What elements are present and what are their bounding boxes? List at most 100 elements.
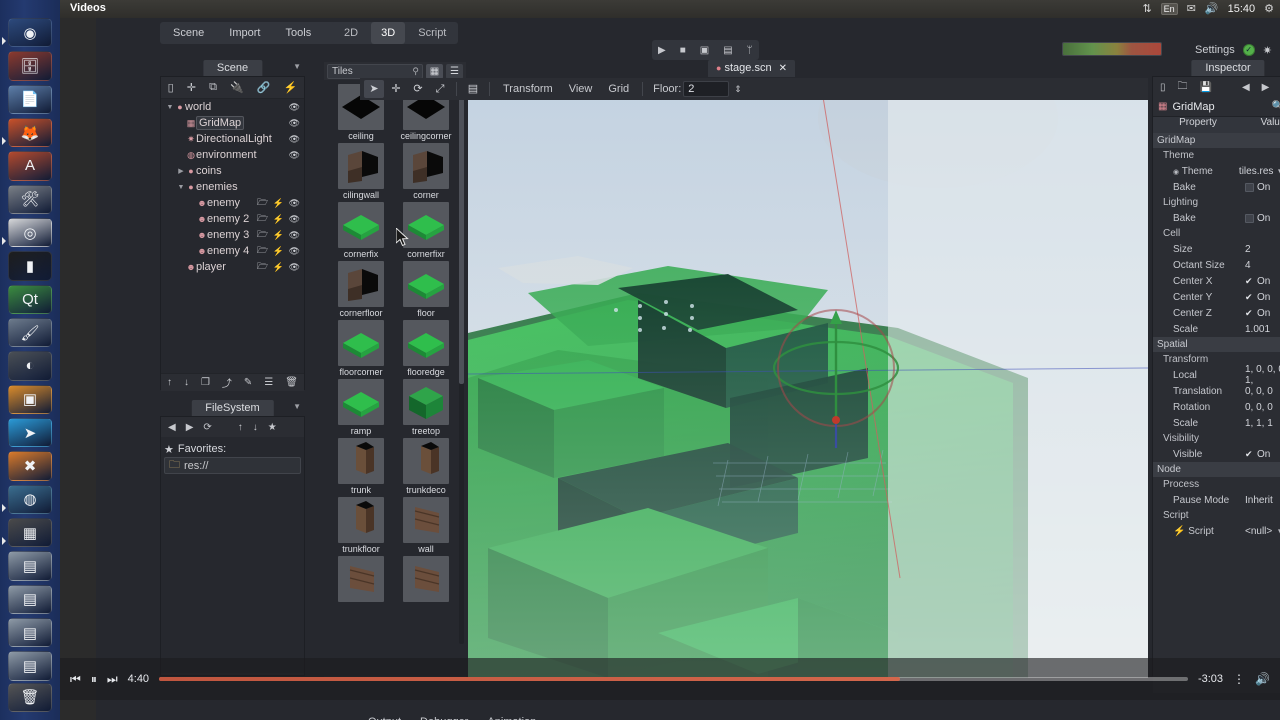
search-icon[interactable]: 🔍 — [1272, 101, 1280, 112]
dock-item-android-studio[interactable]: A — [8, 151, 52, 181]
tiles-search-input[interactable]: Tiles ⚲ — [327, 63, 423, 79]
chevron-down-icon[interactable]: ▼ — [1276, 527, 1280, 536]
chevron-down-icon[interactable]: ▼ — [1276, 167, 1280, 176]
link-icon[interactable]: 🔗 — [257, 81, 271, 94]
refresh-icon[interactable]: ⟳ — [203, 422, 211, 433]
history-back-icon[interactable]: ◀ — [1242, 82, 1250, 93]
inspector-property-row[interactable]: Scale 1, 1, 1▼ — [1153, 415, 1280, 431]
tile-item-trunkdeco[interactable]: trunkdeco — [395, 438, 457, 495]
edit-icon[interactable]: ✎ — [244, 377, 252, 388]
dock-item-vlc[interactable]: ▣ — [8, 384, 52, 414]
tree-item-enemy-3[interactable]: ☻ enemy 3 🗁 ⚡ 👁 — [161, 227, 304, 243]
clock[interactable]: 15:40 — [1228, 3, 1256, 15]
move-down-icon[interactable]: ↓ — [253, 422, 258, 433]
volume-icon[interactable]: 🔊 — [1205, 1, 1219, 17]
tree-item-world[interactable]: ▼ ● world 👁 — [161, 99, 304, 115]
tab-animation[interactable]: Animation — [479, 714, 544, 720]
dock-item-gimp[interactable]: ◐ — [8, 351, 52, 381]
menu-tools[interactable]: Tools — [275, 22, 323, 44]
chevron-down-icon[interactable]: ▼ — [293, 62, 301, 71]
tree-item-enemy-4[interactable]: ☻ enemy 4 🗁 ⚡ 👁 — [161, 243, 304, 259]
inspector-property-row[interactable]: ⚡ Script <null>▼❯ — [1153, 523, 1280, 539]
visibility-eye-icon[interactable]: 👁 — [289, 102, 300, 113]
tile-item[interactable] — [395, 556, 457, 603]
tile-item-trunkfloor[interactable]: trunkfloor — [330, 497, 392, 554]
dock-item-window-3[interactable]: ▤ — [8, 617, 52, 648]
floor-spinner[interactable]: ⇕ — [734, 84, 742, 95]
network-up-down-icon[interactable]: ⇅ — [1142, 1, 1151, 17]
visibility-eye-icon[interactable]: 👁 — [289, 198, 300, 209]
menu-view[interactable]: View — [562, 83, 600, 95]
dock-item-obs-studio[interactable]: ▦ — [2, 517, 52, 548]
tree-item-gridmap[interactable]: ▦ GridMap 👁 — [161, 115, 304, 131]
dock-item-window-1[interactable]: ▤ — [8, 551, 52, 581]
pause-icon[interactable]: ⏸ — [91, 672, 97, 687]
tab-debugger[interactable]: Debugger — [412, 714, 476, 720]
instance-scene-icon[interactable]: ⧉ — [209, 81, 217, 94]
previous-track-icon[interactable]: ⏮ — [70, 672, 81, 687]
tab-filesystem[interactable]: FileSystem — [191, 400, 274, 416]
volume-icon[interactable]: 🔊 — [1255, 672, 1270, 686]
property-value[interactable]: 1, 1, 1▼ — [1245, 418, 1280, 429]
scale-tool[interactable]: ⤢ — [430, 80, 450, 98]
filesystem-item-res[interactable]: 🗀 res:// — [164, 457, 301, 474]
tab-output[interactable]: Output — [360, 714, 409, 720]
add-child-node-icon[interactable]: ✛ — [187, 81, 196, 94]
seek-bar[interactable] — [159, 677, 1188, 681]
inspector-property-row[interactable]: Pause Mode Inherit▼ — [1153, 492, 1280, 508]
menu-grid[interactable]: Grid — [601, 83, 636, 95]
open-scene-icon[interactable]: 🗁 — [257, 259, 268, 275]
forward-icon[interactable]: ▶ — [186, 422, 194, 433]
open-scene-icon[interactable]: 🗁 — [257, 227, 268, 243]
tile-item-cilingwall[interactable]: cilingwall — [330, 143, 392, 200]
remote-debug-button[interactable]: ᛘ — [747, 45, 753, 56]
script-list-icon[interactable]: ☰ — [264, 377, 273, 388]
dock-item-chrome[interactable]: ◎ — [2, 217, 52, 248]
dock-item-firefox[interactable]: 🦊 — [2, 117, 52, 148]
inspector-property-row[interactable]: Octant Size 4⇕ — [1153, 257, 1280, 273]
duplicate-icon[interactable]: ❐ — [201, 377, 210, 388]
tile-item-cornerfloor[interactable]: cornerfloor — [330, 261, 392, 318]
script-icon[interactable]: ⚡ — [284, 81, 298, 94]
dock-item-qt-creator[interactable]: Qt — [8, 284, 52, 314]
open-resource-icon[interactable]: 🗀 — [1178, 79, 1188, 96]
tab-3d[interactable]: 3D — [371, 22, 406, 44]
menu-transform[interactable]: Transform — [496, 83, 560, 95]
property-value[interactable]: 2⇕ — [1245, 244, 1280, 255]
open-scene-icon[interactable]: 🗁 — [257, 211, 268, 227]
open-scene-icon[interactable]: 🗁 — [257, 243, 268, 259]
property-value[interactable]: 4⇕ — [1245, 260, 1280, 271]
dock-item-activities[interactable]: ◉ — [2, 18, 52, 48]
dock-item-text-editor[interactable]: 📄 — [8, 84, 52, 114]
checkbox-unchecked-icon[interactable] — [1245, 213, 1254, 223]
tile-item[interactable] — [330, 556, 392, 603]
inspector-property-row[interactable]: Translation 0, 0, 0▼ — [1153, 383, 1280, 399]
checkbox-checked-icon[interactable]: ✔ — [1245, 292, 1254, 302]
property-value[interactable]: Inherit▼ — [1245, 495, 1280, 506]
checkbox-checked-icon[interactable]: ✔ — [1245, 449, 1254, 459]
script-icon[interactable]: ⚡ — [273, 230, 284, 241]
tree-item-directionallight[interactable]: ✷ DirectionalLight 👁 — [161, 131, 304, 147]
inspector-property-row[interactable]: Local 1, 0, 0, 0, 1,▼ — [1153, 364, 1280, 386]
dock-item-terminal[interactable]: ▮ — [8, 251, 52, 281]
dock-item-telegram[interactable]: ➤ — [8, 417, 52, 448]
property-value[interactable]: ✔ On — [1245, 276, 1280, 287]
script-icon[interactable]: ⚡ — [273, 214, 284, 225]
script-icon[interactable]: ⚡ — [273, 262, 284, 273]
connect-signal-icon[interactable]: 🔌 — [230, 81, 244, 94]
tab-scene[interactable]: Scene — [202, 60, 263, 76]
stop-button[interactable]: ■ — [680, 45, 686, 56]
property-value[interactable]: ✔ On — [1245, 449, 1280, 460]
visibility-eye-icon[interactable]: 👁 — [289, 134, 300, 145]
dock-item-files[interactable]: 🗄 — [8, 51, 52, 81]
tile-item-corner[interactable]: corner — [395, 143, 457, 200]
collapse-arrow-icon[interactable]: ▶ — [176, 167, 186, 175]
new-node-icon[interactable]: ▯ — [168, 81, 174, 94]
property-value[interactable]: 0, 0, 0▼ — [1245, 402, 1280, 413]
tree-item-enemy[interactable]: ☻ enemy 🗁 ⚡ 👁 — [161, 195, 304, 211]
tile-item-wall[interactable]: wall — [395, 497, 457, 554]
list-view-icon[interactable]: ☰ — [446, 63, 463, 79]
close-icon[interactable]: ✕ — [779, 63, 787, 74]
history-forward-icon[interactable]: ▶ — [1262, 82, 1270, 93]
tile-item-cornerfix[interactable]: cornerfix — [330, 202, 392, 259]
